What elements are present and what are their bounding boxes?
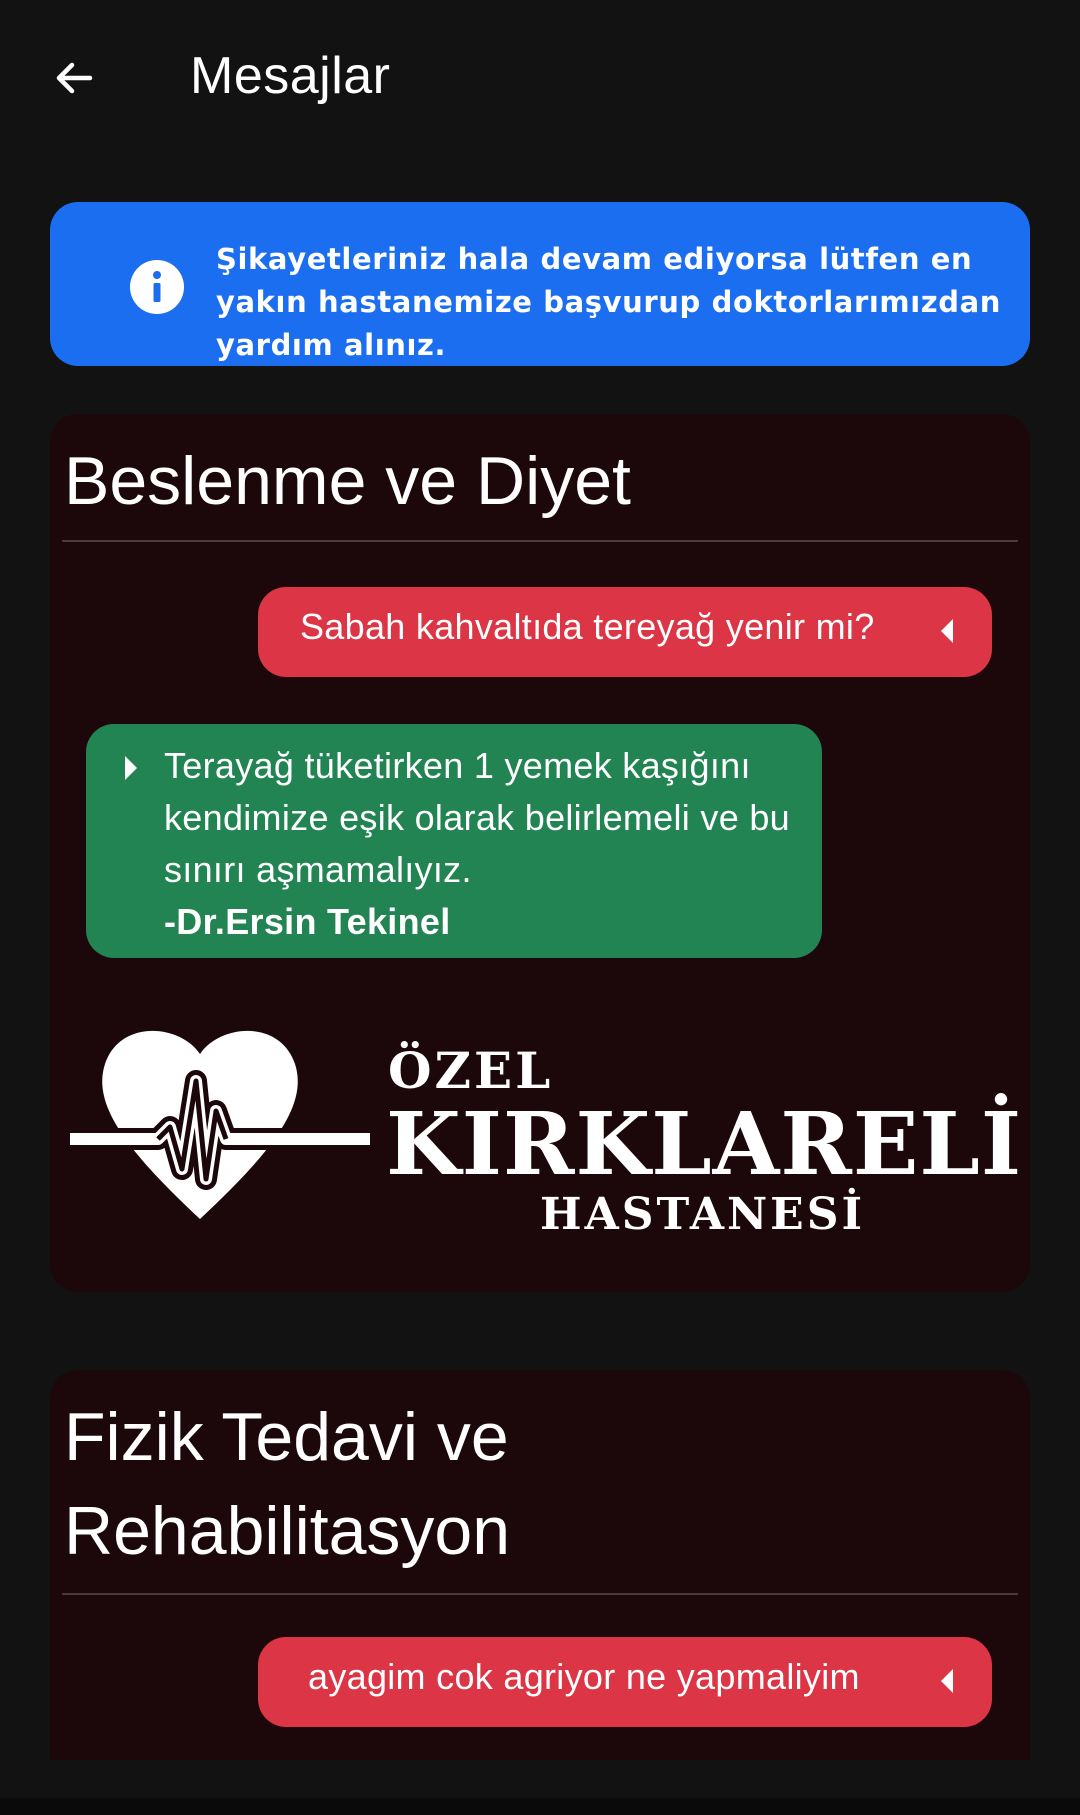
question-text: Sabah kahvaltıda tereyağ yenir mi? [300,606,875,647]
bottom-edge [0,1798,1080,1815]
app-bar: Mesajlar [0,0,1080,160]
question-bubble[interactable]: ayagim cok agriyor ne yapmaliyim [258,1637,992,1727]
answer-author: -Dr.Ersin Tekinel [164,901,451,942]
category-card-fizik-tedavi: Fizik Tedavi ve Rehabilitasyon ayagim co… [50,1370,1030,1760]
heart-pulse-icon [70,1030,370,1219]
divider [62,1593,1018,1595]
divider [62,540,1018,542]
logo-text-ozel: ÖZEL [388,1041,554,1100]
caret-right-icon [125,756,137,780]
logo-text-hastanesi: HASTANESİ [540,1189,866,1240]
answer-bubble: Terayağ tüketirken 1 yemek kaşığını kend… [86,724,822,958]
question-bubble[interactable]: Sabah kahvaltıda tereyağ yenir mi? [258,587,992,677]
info-banner-text: Şikayetleriniz hala devam ediyorsa lütfe… [216,242,1002,362]
arrow-back-icon [56,62,93,94]
info-banner: Şikayetleriniz hala devam ediyorsa lütfe… [50,202,1030,366]
category-title: Fizik Tedavi ve Rehabilitasyon [64,1399,511,1569]
app-screen: Mesajlar Şikayetleriniz hala devam ediyo… [0,0,1080,1815]
category-title: Beslenme ve Diyet [64,443,631,519]
caret-left-icon [941,619,953,643]
logo-text-kirklareli: KIRKLARELİ [386,1094,1023,1195]
answer-text-block: Terayağ tüketirken 1 yemek kaşığını kend… [164,740,804,948]
back-button[interactable] [44,48,104,108]
question-text: ayagim cok agriyor ne yapmaliyim [308,1656,860,1697]
hospital-logo: ÖZEL KIRKLARELİ HASTANESİ [70,1019,1021,1249]
category-card-beslenme: Beslenme ve Diyet Sabah kahvaltıda terey… [50,414,1030,1292]
answer-text: Terayağ tüketirken 1 yemek kaşığını kend… [164,745,790,890]
caret-left-icon [941,1669,953,1693]
info-icon [130,260,184,314]
page-title: Mesajlar [190,47,391,105]
